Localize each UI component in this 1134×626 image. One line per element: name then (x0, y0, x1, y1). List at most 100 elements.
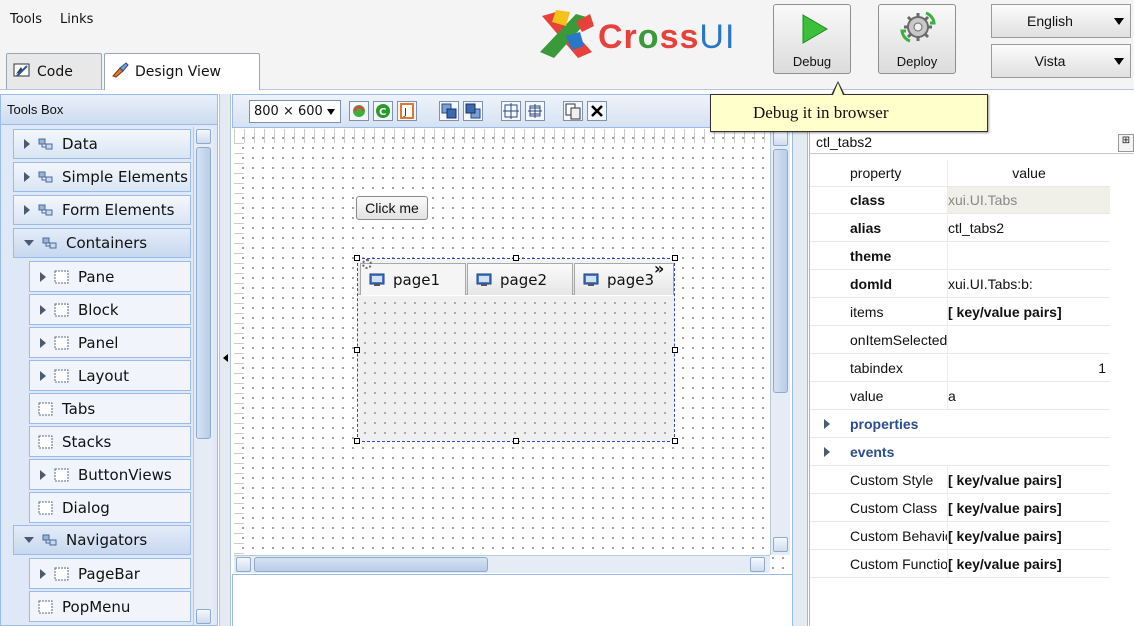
property-row[interactable]: domId xui.UI.Tabs:b: (810, 271, 1110, 298)
copy-icon[interactable] (563, 101, 583, 121)
toolbox-item-layout[interactable]: Layout (29, 360, 191, 391)
canvas-tab-page1[interactable]: page1 (360, 263, 466, 295)
expand-right-icon[interactable] (24, 172, 30, 182)
expand-down-icon[interactable] (24, 537, 34, 543)
property-value[interactable]: 1 (947, 355, 1110, 381)
tools-box-scrollbar[interactable] (193, 127, 213, 625)
property-value[interactable] (947, 327, 1110, 353)
resize-handle[interactable] (672, 438, 678, 444)
canvas-vscroll-thumb[interactable] (773, 149, 788, 393)
menu-tools[interactable]: Tools (10, 12, 42, 27)
scroll-up-icon[interactable] (196, 129, 211, 144)
tools-box-scroll-thumb[interactable] (196, 147, 211, 439)
scroll-up-icon[interactable] (773, 131, 788, 146)
gear-icon[interactable] (362, 259, 372, 269)
expand-right-icon[interactable] (40, 370, 46, 381)
resize-handle[interactable] (354, 347, 360, 353)
toolbox-item-popmenu[interactable]: PopMenu (29, 591, 191, 622)
toolbox-item-data[interactable]: Data (13, 129, 191, 159)
deploy-button[interactable]: Deploy (878, 4, 956, 74)
delete-icon[interactable] (587, 101, 607, 121)
property-value[interactable]: a (947, 383, 1110, 409)
resize-handle[interactable] (354, 255, 360, 261)
toolbox-item-block[interactable]: Block (29, 294, 191, 325)
toolbox-item-containers[interactable]: Containers (13, 228, 191, 258)
send-back-icon[interactable] (463, 101, 483, 121)
expand-right-icon[interactable] (824, 447, 830, 457)
property-row[interactable]: Custom Behaviors[ key/value pairs] (810, 523, 1110, 550)
canvas-vertical-scrollbar[interactable] (770, 129, 790, 555)
expand-right-icon[interactable] (40, 568, 46, 579)
expand-right-icon[interactable] (40, 469, 46, 480)
left-splitter[interactable] (219, 94, 231, 626)
toolbox-item-navigators[interactable]: Navigators (13, 525, 191, 555)
toolbox-item-form-elements[interactable]: Form Elements (13, 195, 191, 225)
property-row[interactable]: theme (810, 243, 1110, 270)
toolbox-item-tabs[interactable]: Tabs (29, 393, 191, 424)
expand-right-icon[interactable] (824, 419, 830, 429)
toolbox-item-panel[interactable]: Panel (29, 327, 191, 358)
theme-select[interactable]: Vista (991, 44, 1131, 78)
resize-handle[interactable] (513, 255, 519, 261)
expand-right-icon[interactable] (24, 139, 30, 149)
canvas-horizontal-scrollbar[interactable] (234, 555, 770, 573)
property-row[interactable]: Custom Class [ key/value pairs] (810, 495, 1110, 522)
expand-right-icon[interactable] (40, 271, 46, 282)
property-value[interactable]: [ key/value pairs] (947, 523, 1110, 549)
tab-code[interactable]: Code (6, 53, 102, 89)
language-select[interactable]: English (991, 4, 1131, 38)
toolbox-item-stacks[interactable]: Stacks (29, 426, 191, 457)
canvas-click-me-button[interactable]: Click me (356, 196, 428, 220)
property-value[interactable]: [ key/value pairs] (947, 299, 1110, 325)
property-row[interactable]: value a (810, 383, 1110, 410)
toolbox-item-pane[interactable]: Pane (29, 261, 191, 292)
property-row[interactable]: Custom Style [ key/value pairs] (810, 467, 1110, 494)
expand-right-icon[interactable] (40, 337, 46, 348)
scroll-down-icon[interactable] (196, 609, 211, 624)
tabs-more-icon[interactable]: » (654, 259, 664, 278)
resolution-select[interactable]: 800 × 600 (249, 100, 341, 123)
property-value[interactable]: [ key/value pairs] (947, 467, 1110, 493)
resize-handle[interactable] (513, 438, 519, 444)
resize-handle[interactable] (354, 438, 360, 444)
tab-design-view[interactable]: Design View (104, 53, 260, 90)
canvas-hscroll-thumb[interactable] (254, 557, 488, 572)
property-row[interactable]: items [ key/value pairs] (810, 299, 1110, 326)
scroll-left-icon[interactable] (236, 557, 251, 572)
refresh-icon[interactable] (349, 101, 369, 121)
property-row[interactable]: alias ctl_tabs2 (810, 215, 1110, 242)
property-row[interactable]: Custom Functions[ key/value pairs] (810, 551, 1110, 578)
code-c-icon[interactable]: C (373, 101, 393, 121)
property-value[interactable]: [ key/value pairs] (947, 551, 1110, 577)
expand-right-icon[interactable] (24, 205, 30, 215)
property-value[interactable]: ctl_tabs2 (947, 215, 1110, 241)
menu-links[interactable]: Links (60, 12, 93, 27)
align-grid-icon[interactable] (501, 101, 521, 121)
toolbox-item-dialog[interactable]: Dialog (29, 492, 191, 523)
debug-button[interactable]: Debug (773, 4, 851, 74)
property-group-row[interactable]: properties (810, 411, 1110, 438)
expand-down-icon[interactable] (24, 240, 34, 246)
right-splitter[interactable] (792, 128, 808, 626)
canvas-tab-page2[interactable]: page2 (467, 263, 573, 295)
collapse-left-icon[interactable] (223, 354, 228, 362)
property-group-row[interactable]: events (810, 439, 1110, 466)
center-grid-icon[interactable] (525, 101, 545, 121)
canvas-tabs-control[interactable]: page1 page2 page3 » (357, 258, 675, 442)
property-value[interactable]: [ key/value pairs] (947, 495, 1110, 521)
scroll-right-icon[interactable] (750, 557, 765, 572)
scroll-down-icon[interactable] (773, 537, 788, 552)
property-row[interactable]: tabindex 1 (810, 355, 1110, 382)
expand-right-icon[interactable] (40, 304, 46, 315)
resize-handle[interactable] (672, 255, 678, 261)
property-row[interactable]: onItemSelected (810, 327, 1110, 354)
property-row[interactable]: class xui.UI.Tabs (810, 187, 1110, 214)
panel-options-icon[interactable]: ⊞ (1118, 134, 1134, 152)
property-value[interactable]: xui.UI.Tabs (947, 187, 1110, 213)
code-j-icon[interactable]: J (397, 101, 417, 121)
resize-handle[interactable] (672, 347, 678, 353)
toolbox-item-buttonviews[interactable]: ButtonViews (29, 459, 191, 490)
bring-front-icon[interactable] (439, 101, 459, 121)
toolbox-item-simple-elements[interactable]: Simple Elements (13, 162, 191, 192)
property-value[interactable] (947, 243, 1110, 269)
